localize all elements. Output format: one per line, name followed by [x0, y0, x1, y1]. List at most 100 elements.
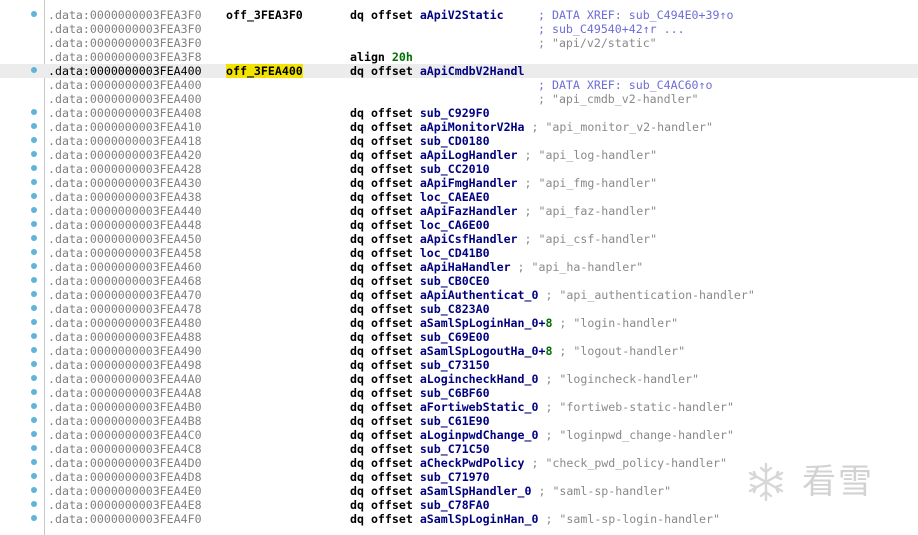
operand[interactable]: aFortiwebStatic_0 [420, 400, 539, 414]
breakpoint-dot-icon[interactable] [31, 249, 37, 255]
operand[interactable]: aSamlSpLogoutHa_0+ [420, 344, 546, 358]
operand[interactable]: aApiAuthenticat_0 [420, 288, 539, 302]
listing-line[interactable]: .data:0000000003FEA450 dq offset aApiCsfH… [0, 232, 918, 246]
breakpoint-dot-icon[interactable] [31, 67, 37, 73]
listing-line[interactable]: .data:0000000003FEA4C8 dq offset sub_C71C… [0, 442, 918, 456]
breakpoint-dot-icon[interactable] [31, 123, 37, 129]
listing-line[interactable]: .data:0000000003FEA470 dq offset aApiAuth… [0, 288, 918, 302]
listing-line[interactable]: .data:0000000003FEA3F0 off_3FEA3F0 ; DATA … [0, 8, 918, 22]
listing-line[interactable]: .data:0000000003FEA420 dq offset aApiLogH… [0, 148, 918, 162]
breakpoint-dot-icon[interactable] [31, 207, 37, 213]
breakpoint-dot-icon[interactable] [31, 361, 37, 367]
operand[interactable]: aApiLogHandler [420, 148, 518, 162]
breakpoint-dot-icon[interactable] [31, 151, 37, 157]
breakpoint-dot-icon[interactable] [31, 291, 37, 297]
breakpoint-dot-icon[interactable] [31, 473, 37, 479]
xref-comment[interactable]: ; DATA XREF: sub_C494E0+39↑o [538, 8, 733, 22]
breakpoint-dot-icon[interactable] [31, 137, 37, 143]
operand[interactable]: aSamlSpLoginHan_0 [420, 512, 539, 526]
operand[interactable]: sub_C6BF60 [420, 386, 490, 400]
breakpoint-dot-icon[interactable] [31, 221, 37, 227]
xref-comment[interactable]: ; DATA XREF: sub_C4AC60↑o [538, 78, 713, 92]
operand[interactable]: sub_CD0180 [420, 134, 490, 148]
breakpoint-dot-icon[interactable] [31, 389, 37, 395]
listing-line[interactable]: .data:0000000003FEA438 dq offset loc_CAEA… [0, 190, 918, 204]
code-label[interactable]: off_3FEA3F0 [226, 8, 303, 22]
operand[interactable]: sub_C71970 [420, 470, 490, 484]
listing-line[interactable]: .data:0000000003FEA460 dq offset aApiHaHa… [0, 260, 918, 274]
breakpoint-dot-icon[interactable] [31, 235, 37, 241]
listing-line[interactable]: .data:0000000003FEA408 dq offset sub_C929… [0, 106, 918, 120]
operand[interactable]: sub_CB0CE0 [420, 274, 490, 288]
operand[interactable]: aApiCsfHandler [420, 232, 518, 246]
breakpoint-dot-icon[interactable] [31, 501, 37, 507]
listing-line[interactable]: .data:0000000003FEA468 dq offset sub_CB0C… [0, 274, 918, 288]
operand[interactable]: aSamlSpLoginHan_0+ [420, 316, 546, 330]
xref-comment[interactable]: ; sub_C49540+42↑r ... [538, 22, 685, 36]
listing-line[interactable]: .data:0000000003FEA430 dq offset aApiFmgH… [0, 176, 918, 190]
listing-line[interactable]: .data:0000000003FEA478 dq offset sub_C823… [0, 302, 918, 316]
operand[interactable]: aApiV2Static [420, 8, 504, 22]
breakpoint-dot-icon[interactable] [31, 417, 37, 423]
operand[interactable]: aLoginpwdChange_0 [420, 428, 539, 442]
listing-line[interactable]: .data:0000000003FEA428 dq offset sub_CC20… [0, 162, 918, 176]
listing-line[interactable]: .data:0000000003FEA400 ; DATA XREF: sub_C… [0, 78, 918, 92]
listing-line[interactable]: .data:0000000003FEA3F8 align 20h [0, 50, 918, 64]
breakpoint-dot-icon[interactable] [31, 445, 37, 451]
operand[interactable]: sub_CC2010 [420, 162, 490, 176]
listing-line[interactable]: .data:0000000003FEA448 dq offset loc_CA6E… [0, 218, 918, 232]
listing-line[interactable]: .data:0000000003FEA4F0 dq offset aSamlSpL… [0, 512, 918, 526]
listing-line[interactable]: .data:0000000003FEA4D8 dq offset sub_C719… [0, 470, 918, 484]
operand[interactable]: sub_C78FA0 [420, 498, 490, 512]
listing-line[interactable]: .data:0000000003FEA4E8 dq offset sub_C78F… [0, 498, 918, 512]
listing-line[interactable]: .data:0000000003FEA4A0 dq offset aLoginch… [0, 372, 918, 386]
breakpoint-dot-icon[interactable] [31, 515, 37, 521]
listing-line[interactable]: .data:0000000003FEA4B8 dq offset sub_C61E… [0, 414, 918, 428]
breakpoint-dot-icon[interactable] [31, 431, 37, 437]
breakpoint-dot-icon[interactable] [31, 11, 37, 17]
breakpoint-dot-icon[interactable] [31, 487, 37, 493]
breakpoint-dot-icon[interactable] [31, 305, 37, 311]
operand[interactable]: aApiFazHandler [420, 204, 518, 218]
breakpoint-dot-icon[interactable] [31, 375, 37, 381]
operand[interactable]: sub_C929F0 [420, 106, 490, 120]
operand[interactable]: sub_C69E00 [420, 330, 490, 344]
operand[interactable]: aSamlSpHandler_0 [420, 484, 532, 498]
listing-line[interactable]: .data:0000000003FEA4C0 dq offset aLoginpw… [0, 428, 918, 442]
breakpoint-dot-icon[interactable] [31, 179, 37, 185]
operand[interactable]: aApiMonitorV2Ha [420, 120, 525, 134]
listing-line[interactable]: .data:0000000003FEA480 dq offset aSamlSpL… [0, 316, 918, 330]
listing-line[interactable]: .data:0000000003FEA440 dq offset aApiFazH… [0, 204, 918, 218]
operand[interactable]: aLogincheckHand_0 [420, 372, 539, 386]
breakpoint-dot-icon[interactable] [31, 109, 37, 115]
operand[interactable]: sub_C73150 [420, 358, 490, 372]
listing-line[interactable]: .data:0000000003FEA3F0 ; sub_C49540+42↑r … [0, 22, 918, 36]
listing-line[interactable]: .data:0000000003FEA4E0 dq offset aSamlSpH… [0, 484, 918, 498]
operand[interactable]: aApiFmgHandler [420, 176, 518, 190]
listing-line[interactable]: .data:0000000003FEA488 dq offset sub_C69E… [0, 330, 918, 344]
listing-line[interactable]: .data:0000000003FEA458 dq offset loc_CD41… [0, 246, 918, 260]
breakpoint-dot-icon[interactable] [31, 347, 37, 353]
listing-line[interactable]: .data:0000000003FEA498 dq offset sub_C731… [0, 358, 918, 372]
operand[interactable]: loc_CAEAE0 [420, 190, 490, 204]
breakpoint-dot-icon[interactable] [31, 459, 37, 465]
breakpoint-dot-icon[interactable] [31, 277, 37, 283]
breakpoint-dot-icon[interactable] [31, 333, 37, 339]
operand[interactable]: loc_CA6E00 [420, 218, 490, 232]
operand[interactable]: loc_CD41B0 [420, 246, 490, 260]
listing-line[interactable]: .data:0000000003FEA4A8 dq offset sub_C6BF… [0, 386, 918, 400]
breakpoint-dot-icon[interactable] [31, 403, 37, 409]
operand[interactable]: aCheckPwdPolicy [420, 456, 525, 470]
operand[interactable]: sub_C823A0 [420, 302, 490, 316]
breakpoint-dot-icon[interactable] [31, 263, 37, 269]
listing-line[interactable]: .data:0000000003FEA410 dq offset aApiMoni… [0, 120, 918, 134]
listing-line[interactable]: .data:0000000003FEA400 off_3FEA400 dq offs… [0, 64, 918, 78]
listing-line[interactable]: .data:0000000003FEA3F0 ; "api/v2/static" [0, 36, 918, 50]
listing-line[interactable]: .data:0000000003FEA400 ; "api_cmdb_v2-han… [0, 92, 918, 106]
operand[interactable]: aApiCmdbV2Handl [420, 64, 525, 78]
listing-line[interactable]: .data:0000000003FEA490 dq offset aSamlSpL… [0, 344, 918, 358]
breakpoint-dot-icon[interactable] [31, 193, 37, 199]
operand[interactable]: sub_C61E90 [420, 414, 490, 428]
disassembly-view[interactable]: .data:0000000003FEA3F0 off_3FEA3F0 ; DATA … [0, 0, 918, 535]
operand[interactable]: sub_C71C50 [420, 442, 490, 456]
